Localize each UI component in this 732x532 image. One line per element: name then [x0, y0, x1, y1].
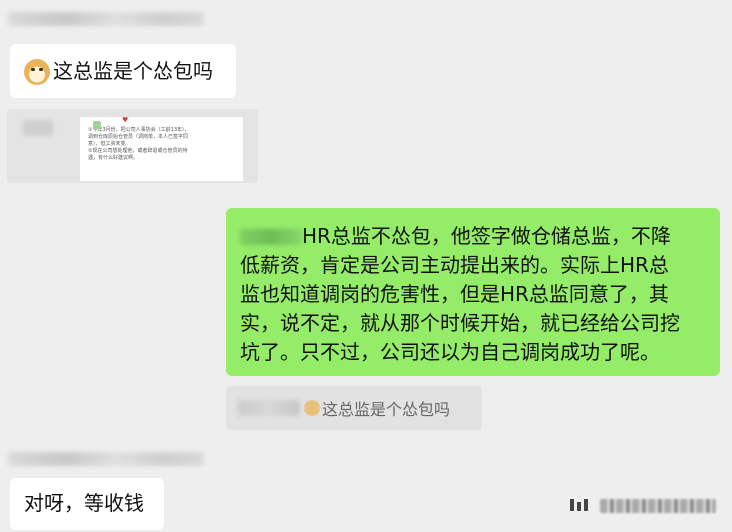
received-message-bubble[interactable]: 这总监是个怂包吗: [10, 44, 236, 98]
screenshot-line: 意），但工资未变。: [88, 141, 131, 147]
message-text-line: 坑了。只不过，公司还以为自己调岗成功了呢。: [240, 340, 660, 364]
message-text: 对呀，等收钱: [24, 491, 144, 515]
received-message-bubble[interactable]: 对呀，等收钱: [10, 478, 164, 530]
doge-emoji-icon: [24, 58, 50, 85]
app-icon: [93, 121, 101, 129]
screenshot-line: 调到仓库原始仓管员（调岗单，本人已签字同: [88, 134, 189, 140]
chat-window: { "messages": { "msg1_text": "这总监是个怂包吗",…: [0, 0, 732, 532]
quoted-message[interactable]: 这总监是个怂包吗: [226, 386, 482, 430]
sender-name-blurred: [8, 12, 204, 26]
message-text-line: 监也知道调岗的危害性，但是HR总监同意了，其: [240, 282, 669, 306]
watermark: [570, 497, 718, 515]
quoted-sender-blurred: [238, 400, 300, 416]
message-text-line: HR总监不怂包，他签字做仓储总监，不降: [302, 224, 671, 248]
screenshot-thumbnail: ①今年3月份，把公司人事协会（工龄13年）， 调到仓库原始仓管员（调岗单，本人已…: [80, 117, 243, 181]
message-text: 这总监是个怂包吗: [53, 59, 213, 83]
mention-blurred: [240, 229, 302, 245]
watermark-icon: [570, 499, 594, 511]
message-text-line: 低薪资，肯定是公司主动提出来的。实际上HR总: [240, 253, 669, 277]
screenshot-line: 遇，有什么好建议啊。: [88, 155, 139, 161]
screenshot-line: ①今年3月份，把公司人事协会（工龄13年），: [88, 127, 190, 133]
message-text-line: 实，说不定，就从那个时候开始，就已经给公司挖: [240, 311, 680, 335]
quoted-text: 这总监是个怂包吗: [322, 400, 451, 419]
watermark-text-blurred: [600, 499, 716, 513]
sent-message-bubble[interactable]: HR总监不怂包，他签字做仓储总监，不降 低薪资，肯定是公司主动提出来的。实际上H…: [226, 208, 720, 376]
heart-icon: ♥: [122, 116, 129, 124]
doge-emoji-icon: [304, 400, 320, 416]
screenshot-line: ②现在公司想处理他，或者辞退或仓管员的待: [88, 148, 188, 154]
image-message[interactable]: ①今年3月份，把公司人事协会（工龄13年）， 调到仓库原始仓管员（调岗单，本人已…: [7, 109, 258, 183]
avatar-blurred: [23, 120, 53, 136]
sender-name-blurred: [8, 452, 204, 466]
